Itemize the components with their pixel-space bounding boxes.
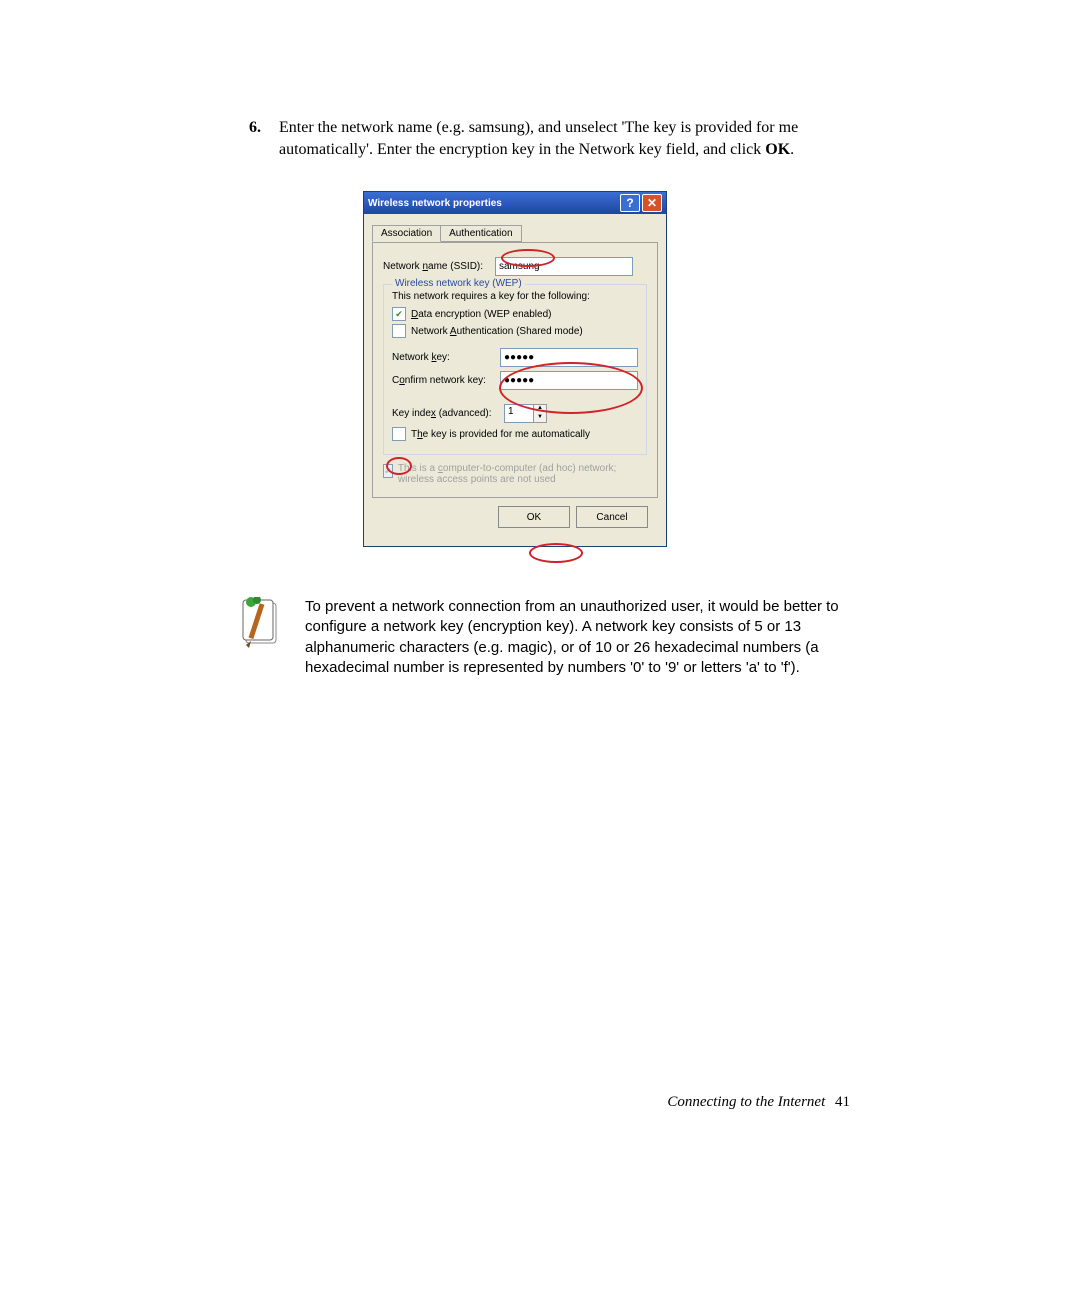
- dialog-title: Wireless network properties: [368, 198, 618, 209]
- footer-section: Connecting to the Internet: [667, 1094, 825, 1110]
- label-data-encryption: Data encryption (WEP enabled): [411, 309, 551, 320]
- network-key-input[interactable]: [500, 348, 638, 367]
- key-index-spinner[interactable]: 1 ▲▼: [504, 404, 547, 423]
- highlight-ok-icon: [529, 543, 583, 563]
- step-body: Enter the network name (e.g. samsung), a…: [279, 117, 854, 160]
- step-text-1: Enter the network name (e.g. samsung), a…: [279, 119, 798, 158]
- label-adhoc: This is a computer-to-computer (ad hoc) …: [398, 463, 647, 485]
- manual-page: 6. Enter the network name (e.g. samsung)…: [0, 0, 1080, 1309]
- step-text-2: .: [790, 141, 794, 158]
- wep-note: This network requires a key for the foll…: [392, 291, 638, 302]
- spinner-arrows-icon: ▲▼: [534, 404, 547, 423]
- adhoc-row: This is a computer-to-computer (ad hoc) …: [383, 463, 647, 485]
- step-number: 6.: [249, 117, 275, 139]
- checkbox-network-auth[interactable]: [392, 324, 406, 338]
- wep-legend: Wireless network key (WEP): [392, 278, 525, 289]
- label-network-auth: Network Authentication (Shared mode): [411, 326, 583, 337]
- tab-authentication[interactable]: Authentication: [440, 225, 521, 242]
- tabstrip: Association Authentication: [372, 222, 658, 243]
- confirm-key-input[interactable]: [500, 371, 638, 390]
- key-label: Network key:: [392, 352, 500, 363]
- tab-association[interactable]: Association: [372, 225, 441, 242]
- help-icon: ?: [626, 196, 633, 210]
- ssid-label: Network name (SSID):: [383, 261, 495, 272]
- close-icon: ✕: [647, 196, 657, 210]
- help-button[interactable]: ?: [620, 194, 640, 212]
- ok-button[interactable]: OK: [498, 506, 570, 528]
- tab-panel: Network name (SSID): Wireless network ke…: [372, 243, 658, 498]
- checkbox-auto-key[interactable]: [392, 427, 406, 441]
- key-index-value: 1: [504, 404, 534, 423]
- cancel-button[interactable]: Cancel: [576, 506, 648, 528]
- note-pencil-icon: [240, 597, 285, 652]
- key-index-label: Key index (advanced):: [392, 408, 504, 419]
- ssid-input[interactable]: [495, 257, 633, 276]
- info-note: To prevent a network connection from an …: [240, 597, 850, 678]
- wep-fieldset: Wireless network key (WEP) This network …: [383, 284, 647, 455]
- info-note-text: To prevent a network connection from an …: [305, 597, 850, 678]
- page-footer: Connecting to the Internet 41: [667, 1094, 850, 1111]
- step-bold: OK: [765, 141, 790, 158]
- wireless-properties-dialog: Wireless network properties ? ✕ Associat…: [363, 191, 667, 547]
- checkbox-data-encryption[interactable]: [392, 307, 406, 321]
- checkbox-adhoc: [383, 464, 393, 478]
- dialog-buttons: OK Cancel: [372, 498, 658, 536]
- close-button[interactable]: ✕: [642, 194, 662, 212]
- step-6: 6. Enter the network name (e.g. samsung)…: [249, 117, 859, 160]
- titlebar: Wireless network properties ? ✕: [364, 192, 666, 214]
- confirm-key-label: Confirm network key:: [392, 375, 500, 386]
- footer-page-number: 41: [835, 1094, 850, 1110]
- label-auto-key: The key is provided for me automatically: [411, 429, 590, 440]
